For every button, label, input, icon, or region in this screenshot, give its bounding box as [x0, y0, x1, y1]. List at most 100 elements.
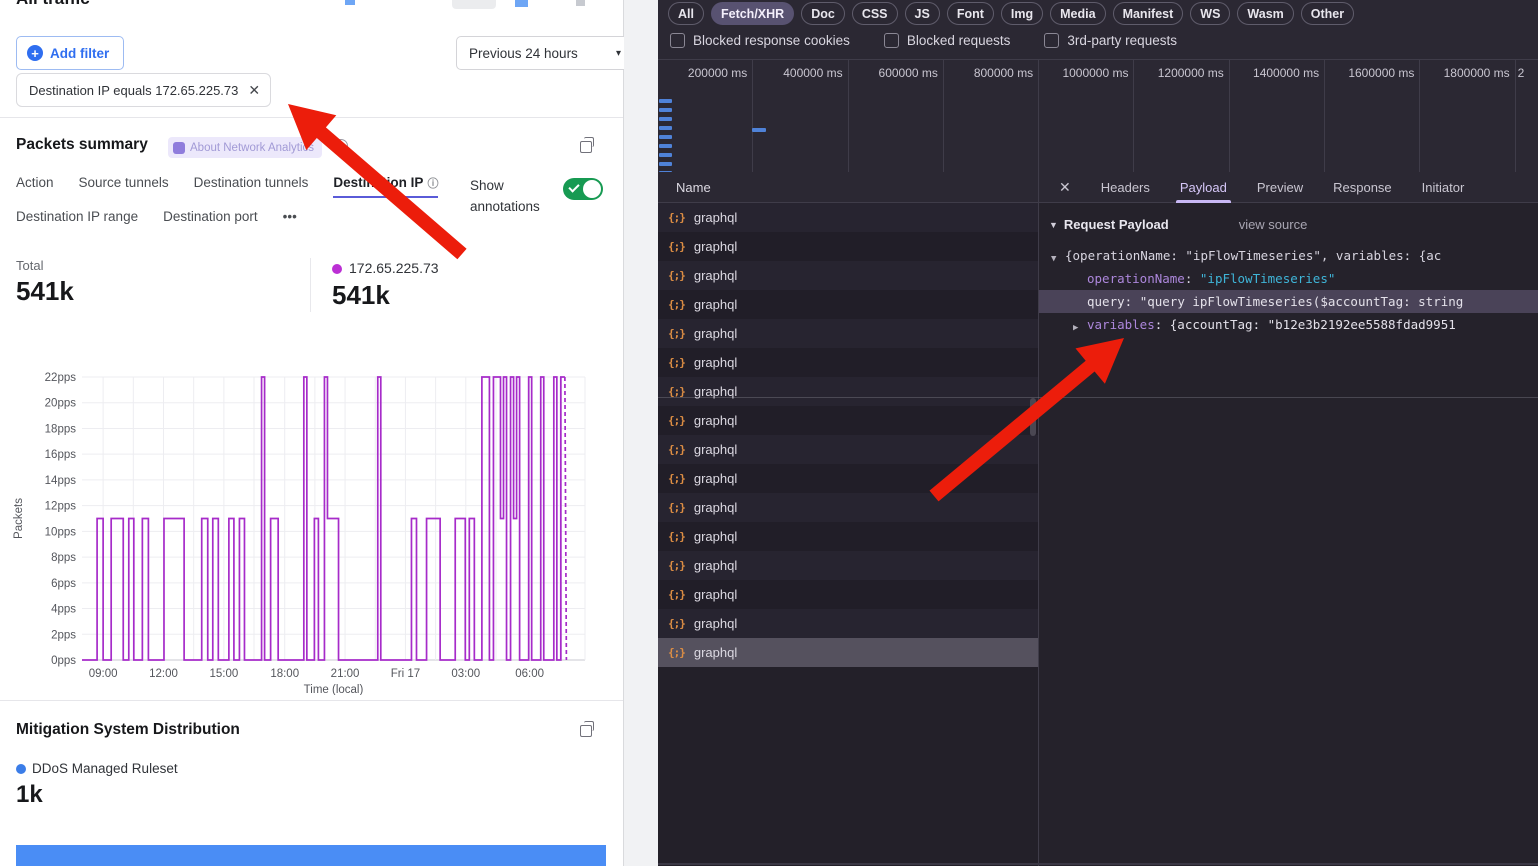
window-gutter — [624, 0, 658, 866]
filter-pill-font[interactable]: Font — [947, 2, 994, 25]
network-request-row[interactable]: {;}graphql — [658, 464, 1038, 493]
request-name: graphql — [694, 210, 737, 225]
detail-tab-initiator[interactable]: Initiator — [1422, 172, 1465, 203]
name-column-header[interactable]: Name — [658, 172, 1038, 203]
mitigation-bar — [16, 845, 606, 866]
filter-pill-manifest[interactable]: Manifest — [1113, 2, 1184, 25]
section-divider — [0, 117, 623, 118]
expand-card-icon[interactable] — [580, 141, 592, 153]
svg-text:2pps: 2pps — [51, 629, 76, 641]
chevron-down-icon: ▾ — [616, 48, 621, 59]
total-value: 541k — [16, 276, 74, 307]
json-braces-icon: {;} — [668, 240, 685, 253]
detail-tab-headers[interactable]: Headers — [1101, 172, 1150, 203]
devtools-panel: All Fetch/XHR Doc CSS JS Font Img Media Manifest… — [658, 0, 1538, 866]
view-source-link[interactable]: view source — [1239, 217, 1308, 232]
network-request-row[interactable]: {;}graphql — [658, 261, 1038, 290]
payload-line[interactable]: ▼{operationName: "ipFlowTimeseries", var… — [1039, 244, 1538, 267]
detail-tab-bar: ✕ Headers Payload Preview Response Initiator — [1039, 172, 1538, 203]
filter-pill-css[interactable]: CSS — [852, 2, 898, 25]
payload-token: variables — [1087, 317, 1155, 332]
json-braces-icon: {;} — [668, 269, 685, 282]
network-filter-checkboxes: Blocked response cookies Blocked requests… — [670, 33, 1177, 48]
detail-tab-payload[interactable]: Payload — [1180, 172, 1227, 203]
add-filter-button[interactable]: + Add filter — [16, 36, 124, 70]
timeline-request-mark — [659, 108, 672, 112]
payload-line[interactable]: ▶variables: {accountTag: "b12e3b2192ee55… — [1039, 313, 1538, 336]
network-request-row[interactable]: {;}graphql — [658, 319, 1038, 348]
network-request-row[interactable]: {;}graphql — [658, 551, 1038, 580]
request-name: graphql — [694, 587, 737, 602]
list-scrollbar-thumb[interactable] — [1030, 398, 1036, 436]
svg-text:14pps: 14pps — [45, 475, 77, 487]
svg-text:10pps: 10pps — [45, 526, 77, 538]
network-request-row[interactable]: {;}graphql — [658, 522, 1038, 551]
about-network-analytics-badge[interactable]: About Network Analytics — [168, 137, 322, 158]
filter-pill-other[interactable]: Other — [1301, 2, 1354, 25]
collapse-caret-icon[interactable]: ▼ — [1049, 220, 1058, 230]
expand-card-icon[interactable] — [580, 725, 592, 737]
history-icon[interactable] — [334, 139, 348, 153]
toggle-knob — [583, 180, 601, 198]
tab-source-tunnels[interactable]: Source tunnels — [79, 175, 169, 198]
network-request-row[interactable]: {;}graphql — [658, 406, 1038, 435]
filter-pill-wasm[interactable]: Wasm — [1237, 2, 1293, 25]
filter-pill-fetchxhr[interactable]: Fetch/XHR — [711, 2, 794, 25]
legend-divider — [310, 258, 311, 312]
filter-pill-all[interactable]: All — [668, 2, 704, 25]
checkbox-3rd-party-requests[interactable]: 3rd-party requests — [1044, 33, 1177, 48]
network-request-row[interactable]: {;}graphql — [658, 493, 1038, 522]
payload-line[interactable]: query: "query ipFlowTimeseries($accountT… — [1039, 290, 1538, 313]
detail-tab-response[interactable]: Response — [1333, 172, 1392, 203]
checkbox-icon — [884, 33, 899, 48]
network-request-row[interactable]: {;}graphql — [658, 290, 1038, 319]
network-request-row[interactable]: {;}graphql — [658, 377, 1038, 406]
tab-destination-port[interactable]: Destination port — [163, 209, 258, 231]
show-annotations-label: Show annotations — [470, 176, 552, 218]
payload-token: {operationName: "ipFlowTimeseries", vari… — [1065, 248, 1441, 263]
total-label: Total — [16, 258, 43, 273]
network-request-row[interactable]: {;} graphql — [658, 232, 1038, 261]
network-request-row[interactable]: {;}graphql — [658, 638, 1038, 667]
checkbox-blocked-requests[interactable]: Blocked requests — [884, 33, 1011, 48]
show-annotations-toggle[interactable] — [563, 178, 603, 200]
network-request-row[interactable]: {;}graphql — [658, 609, 1038, 638]
timeline-request-mark — [659, 135, 672, 139]
request-payload-title: Request Payload — [1064, 217, 1169, 232]
timeline-label: 1200000 ms — [1134, 60, 1229, 173]
detail-tab-preview[interactable]: Preview — [1257, 172, 1303, 203]
filter-pill-img[interactable]: Img — [1001, 2, 1043, 25]
tree-caret-icon[interactable]: ▶ — [1073, 317, 1078, 340]
network-timeline-overview[interactable]: 200000 ms400000 ms600000 ms800000 ms1000… — [658, 59, 1538, 174]
svg-text:09:00: 09:00 — [89, 668, 118, 680]
tab-destination-ip[interactable]: Destination IPⓘ — [333, 175, 438, 198]
tab-•••[interactable]: ••• — [283, 209, 297, 231]
mitigation-color-dot — [16, 764, 26, 774]
series-value: 541k — [332, 280, 390, 311]
checkbox-blocked-response-cookies[interactable]: Blocked response cookies — [670, 33, 850, 48]
filter-pill-media[interactable]: Media — [1050, 2, 1105, 25]
network-request-row[interactable]: {;}graphql — [658, 203, 1038, 232]
network-request-row[interactable]: {;}graphql — [658, 580, 1038, 609]
cut-ui-fragment — [515, 0, 528, 7]
tab-destination-ip-range[interactable]: Destination IP range — [16, 209, 138, 231]
time-range-select[interactable]: Previous 24 hours ▾ — [456, 36, 632, 70]
request-name: graphql — [694, 239, 737, 254]
tab-action[interactable]: Action — [16, 175, 54, 198]
filter-chip[interactable]: Destination IP equals 172.65.225.73 ✕ — [16, 73, 271, 107]
request-name: graphql — [694, 442, 737, 457]
timeline-label: 2 — [1516, 60, 1538, 173]
filter-pill-doc[interactable]: Doc — [801, 2, 845, 25]
timeline-label: 200000 ms — [658, 60, 753, 173]
filter-pill-ws[interactable]: WS — [1190, 2, 1230, 25]
svg-text:12pps: 12pps — [45, 501, 77, 513]
checkbox-label: Blocked requests — [907, 33, 1011, 48]
close-icon[interactable]: ✕ — [248, 82, 260, 99]
network-request-row[interactable]: {;}graphql — [658, 435, 1038, 464]
filter-pill-js[interactable]: JS — [905, 2, 940, 25]
close-detail-icon[interactable]: ✕ — [1059, 179, 1071, 196]
payload-line[interactable]: operationName: "ipFlowTimeseries" — [1039, 267, 1538, 290]
request-name: graphql — [694, 413, 737, 428]
tab-destination-tunnels[interactable]: Destination tunnels — [194, 175, 309, 198]
network-request-row[interactable]: {;}graphql — [658, 348, 1038, 377]
